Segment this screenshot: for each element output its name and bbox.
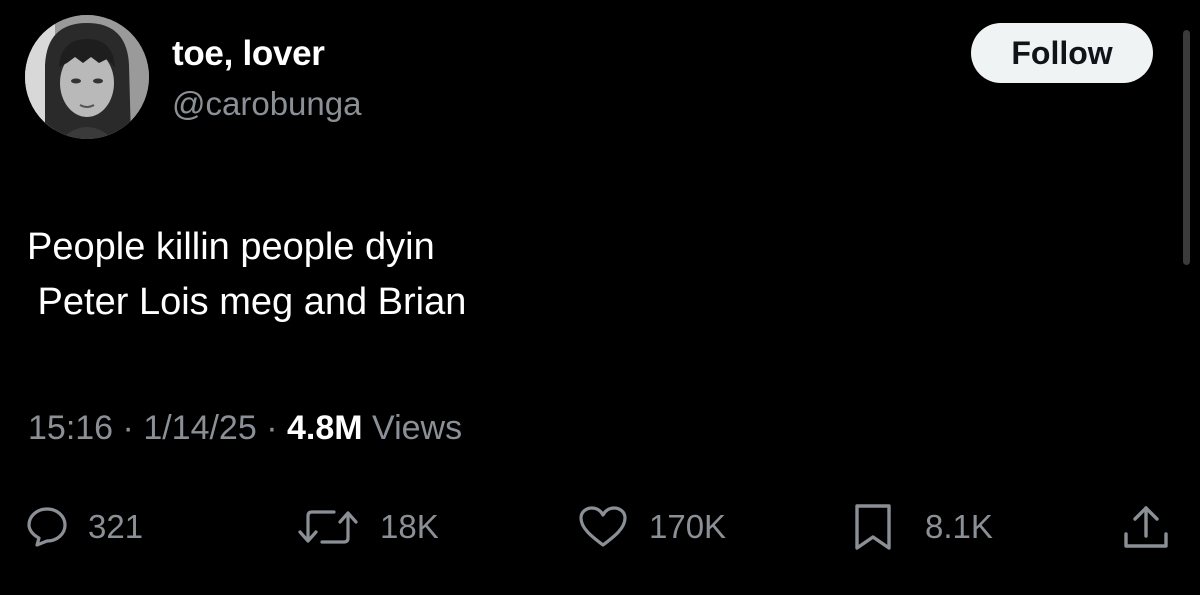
tweet-time[interactable]: 15:16 — [28, 409, 113, 447]
reply-count: 321 — [88, 508, 144, 545]
repost-arrows-icon — [298, 510, 358, 544]
tweet-line: Peter Lois meg and Brian — [27, 281, 467, 323]
tweet-line: People killin people dyin — [27, 226, 435, 268]
reply-button[interactable]: 321 — [24, 502, 143, 552]
tweet-date[interactable]: 1/14/25 — [143, 409, 256, 447]
scrollbar[interactable] — [1183, 30, 1190, 265]
tweet-text: People killin people dyin Peter Lois meg… — [27, 220, 466, 330]
share-upload-icon — [1124, 506, 1168, 548]
author-display-name[interactable]: toe, lover — [172, 34, 325, 74]
share-button[interactable] — [1120, 502, 1172, 552]
tweet-meta: 15:16 · 1/14/25 · 4.8M Views — [28, 409, 462, 448]
like-button[interactable]: 170K — [577, 502, 726, 552]
bookmark-count: 8.1K — [925, 508, 993, 545]
follow-button[interactable]: Follow — [971, 23, 1153, 83]
views-count: 4.8M — [286, 409, 363, 447]
reply-bubble-icon — [27, 507, 67, 547]
avatar[interactable] — [25, 15, 149, 139]
repost-button[interactable]: 18K — [296, 502, 439, 552]
bookmark-button[interactable]: 8.1K — [851, 502, 993, 552]
author-handle[interactable]: @carobunga — [172, 85, 361, 123]
meta-separator: · — [113, 409, 144, 447]
avatar-photo — [25, 15, 149, 139]
like-count: 170K — [649, 508, 727, 545]
meta-separator: · — [256, 409, 287, 447]
views-label: Views — [362, 409, 463, 447]
repost-count: 18K — [380, 508, 439, 545]
bookmark-icon — [855, 504, 891, 550]
heart-icon — [579, 506, 627, 547]
